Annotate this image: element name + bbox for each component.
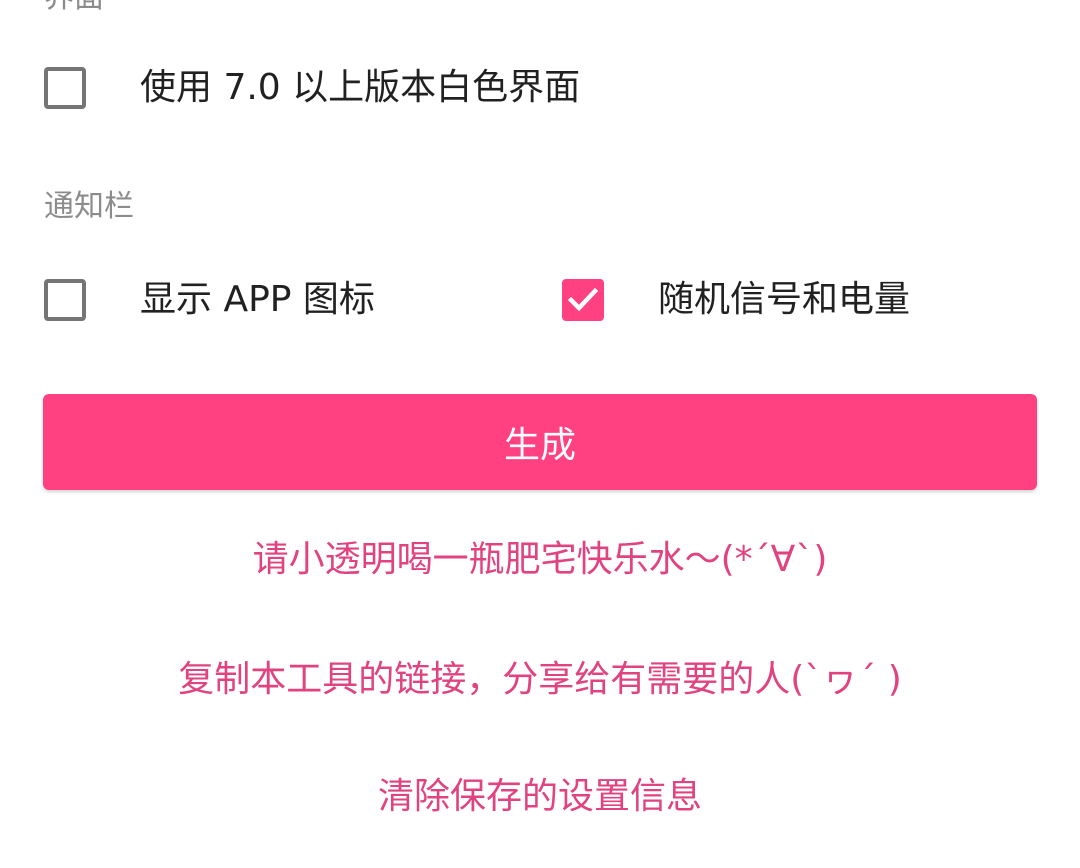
random-signal-battery-checkbox-row[interactable]: 随机信号和电量 <box>562 279 910 321</box>
share-link[interactable]: 复制本工具的链接，分享给有需要的人(`ヮ´ ) <box>0 662 1080 698</box>
show-app-icon-checkbox-label: 显示 APP 图标 <box>140 279 375 320</box>
white-ui-checkbox-label: 使用 7.0 以上版本白色界面 <box>140 67 581 108</box>
section-title-notification-bar: 通知栏 <box>44 189 134 224</box>
show-app-icon-checkbox-row[interactable]: 显示 APP 图标 <box>44 279 375 321</box>
white-ui-checkbox-row[interactable]: 使用 7.0 以上版本白色界面 <box>44 67 580 109</box>
generate-button[interactable]: 生成 <box>43 394 1037 490</box>
random-signal-battery-checkbox[interactable] <box>562 279 604 321</box>
checkmark-icon <box>568 287 598 312</box>
section-title-interface: 界面 <box>44 0 104 13</box>
donate-link[interactable]: 请小透明喝一瓶肥宅快乐水～(*´∀`) <box>0 542 1080 578</box>
white-ui-checkbox[interactable] <box>44 67 86 109</box>
clear-settings-link[interactable]: 清除保存的设置信息 <box>0 779 1080 815</box>
show-app-icon-checkbox[interactable] <box>44 279 86 321</box>
random-signal-battery-checkbox-label: 随机信号和电量 <box>658 279 911 320</box>
settings-page: 界面 使用 7.0 以上版本白色界面 通知栏 显示 APP 图标 随机信号和电量… <box>0 0 1080 868</box>
